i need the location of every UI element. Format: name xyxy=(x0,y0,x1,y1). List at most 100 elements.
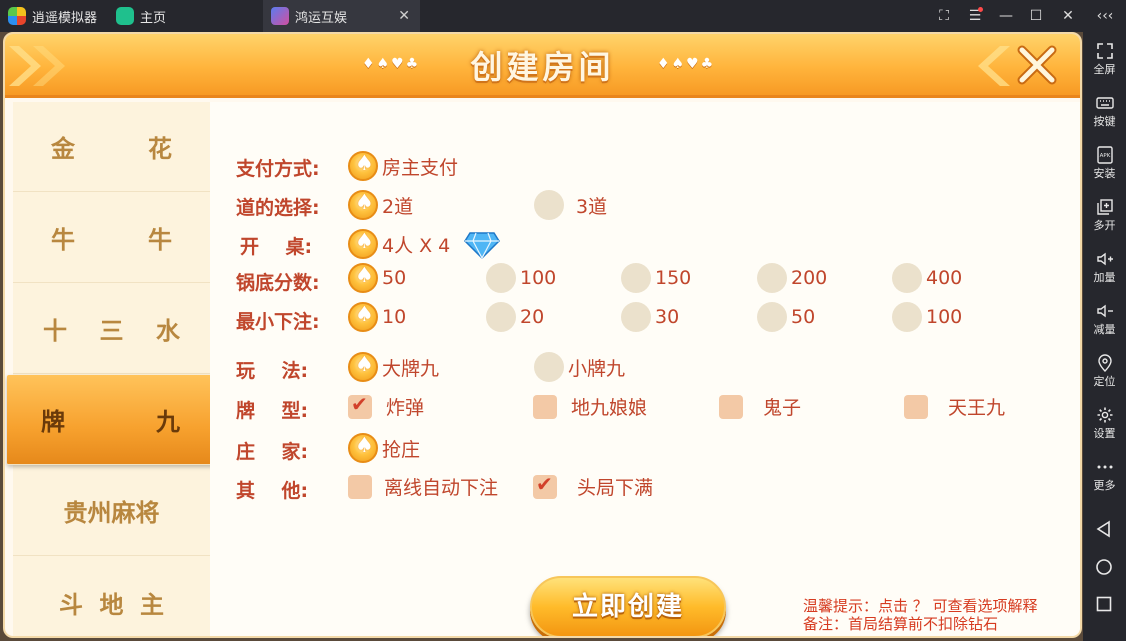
tab-shisanshui[interactable]: 十 三 水 xyxy=(13,284,210,374)
tab-guizhou-mahjong[interactable]: 贵州麻将 xyxy=(13,466,210,556)
card-type-bomb[interactable]: 炸弹 xyxy=(348,392,425,420)
sidebar-item-install[interactable]: APK 安装 xyxy=(1083,142,1126,186)
radio-unselected[interactable] xyxy=(892,263,922,293)
sidebar-item-keys[interactable]: 按键 xyxy=(1083,90,1126,134)
card-type-label: 牌 型: xyxy=(236,400,309,422)
sidebar-item-volume-up[interactable]: 加量 xyxy=(1083,246,1126,290)
radio-unselected[interactable] xyxy=(534,352,564,382)
radio-unselected[interactable] xyxy=(534,190,564,220)
payment-label: 支付方式: xyxy=(236,158,320,180)
min-bet-option[interactable]: 20 xyxy=(486,302,544,332)
other-option-auto-bet[interactable]: 离线自动下注 xyxy=(348,473,498,500)
fullscreen-toggle-icon[interactable]: ⛶ xyxy=(930,0,958,32)
maximize-icon[interactable]: ☐ xyxy=(1022,0,1050,32)
radio-unselected[interactable] xyxy=(621,302,651,332)
emulator-titlebar: 逍遥模拟器 主页 鸿运互娱 ✕ ⛶ ☰ — ☐ ✕ ‹‹‹ xyxy=(0,0,1126,32)
volume-down-icon xyxy=(1096,304,1113,318)
base-score-option[interactable]: 150 xyxy=(621,263,691,293)
checkbox-unchecked[interactable] xyxy=(348,474,372,499)
radio-selected[interactable] xyxy=(348,352,378,382)
base-score-option[interactable]: 50 xyxy=(348,263,406,293)
min-bet-option[interactable]: 100 xyxy=(892,302,962,332)
radio-selected[interactable] xyxy=(348,190,378,220)
sidebar-item-settings[interactable]: 设置 xyxy=(1083,402,1126,446)
option-label: 炸弹 xyxy=(386,397,425,419)
sidebar-label: 安装 xyxy=(1093,167,1116,180)
sidebar-item-more[interactable]: 更多 xyxy=(1083,454,1126,498)
play-option-big[interactable]: 大牌九 xyxy=(348,352,439,382)
sidebar-label: 定位 xyxy=(1093,375,1116,388)
sidebar-item-multi[interactable]: 多开 xyxy=(1083,194,1126,238)
header-chevron-right-icon xyxy=(978,46,1010,86)
sidebar-label: 设置 xyxy=(1093,427,1116,440)
min-bet-option[interactable]: 30 xyxy=(621,302,679,332)
card-type-dijiu[interactable]: 地九娘娘 xyxy=(533,393,647,420)
game-viewport: ♦♠♥♣ 创建房间 ♦♠♥♣ 金 花 牛 牛 十 三 水 牌 九 贵州麻将 斗 … xyxy=(0,32,1083,641)
radio-selected[interactable] xyxy=(348,263,378,293)
close-tab-icon[interactable]: ✕ xyxy=(398,8,410,24)
sidebar-item-location[interactable]: 定位 xyxy=(1083,350,1126,394)
tab-zhajinhua[interactable]: 金 花 xyxy=(13,102,210,192)
sidebar-item-fullscreen[interactable]: 全屏 xyxy=(1083,38,1126,82)
create-room-button[interactable]: 立即创建 xyxy=(530,576,726,636)
radio-selected[interactable] xyxy=(348,229,378,259)
svg-text:APK: APK xyxy=(1099,153,1110,159)
card-type-guizi[interactable]: 鬼子 xyxy=(719,393,801,420)
radio-unselected[interactable] xyxy=(621,263,651,293)
other-option-first-full[interactable]: 头局下满 xyxy=(533,472,653,500)
collapse-sidebar-icon[interactable]: ‹‹‹ xyxy=(1090,0,1120,32)
tab-label: 水 xyxy=(156,316,180,345)
card-type-tianwangjiu[interactable]: 天王九 xyxy=(904,393,1005,420)
rounds-option-3[interactable]: 3道 xyxy=(534,190,607,220)
option-label: 150 xyxy=(655,267,692,289)
radio-selected[interactable] xyxy=(348,433,378,463)
close-dialog-icon[interactable] xyxy=(1014,42,1060,88)
fullscreen-icon xyxy=(1096,43,1113,59)
banker-option-grab[interactable]: 抢庄 xyxy=(348,433,420,463)
game-tab[interactable]: 鸿运互娱 ✕ xyxy=(263,0,420,32)
option-label: 鬼子 xyxy=(763,397,802,419)
app-tab[interactable]: 逍遥模拟器 xyxy=(0,0,108,32)
close-window-icon[interactable]: ✕ xyxy=(1054,0,1082,32)
option-label: 3道 xyxy=(576,195,608,218)
tab-doudizhu[interactable]: 斗 地 主 xyxy=(13,557,210,636)
menu-icon[interactable]: ☰ xyxy=(961,0,989,32)
tab-niuniu[interactable]: 牛 牛 xyxy=(13,193,210,283)
base-score-option[interactable]: 100 xyxy=(486,263,556,293)
min-bet-option[interactable]: 50 xyxy=(757,302,815,332)
option-label: 30 xyxy=(655,306,680,328)
tables-option[interactable]: 4人 X 4 xyxy=(348,229,501,259)
tab-paijiu[interactable]: 牌 九 xyxy=(7,375,216,465)
radio-unselected[interactable] xyxy=(757,302,787,332)
tab-label: 牛 xyxy=(51,225,75,254)
checkbox-checked[interactable] xyxy=(533,472,557,499)
play-option-small[interactable]: 小牌九 xyxy=(534,352,625,382)
option-label: 50 xyxy=(382,267,407,289)
radio-unselected[interactable] xyxy=(892,302,922,332)
checkbox-unchecked[interactable] xyxy=(533,394,557,419)
minimize-icon[interactable]: — xyxy=(992,0,1020,32)
payment-option-host[interactable]: 房主支付 xyxy=(348,151,458,181)
radio-unselected[interactable] xyxy=(757,263,787,293)
home-icon[interactable] xyxy=(1094,557,1114,577)
radio-selected[interactable] xyxy=(348,151,378,181)
radio-selected[interactable] xyxy=(348,302,378,332)
radio-unselected[interactable] xyxy=(486,302,516,332)
option-label: 400 xyxy=(926,267,963,289)
game-type-tabs: 金 花 牛 牛 十 三 水 牌 九 贵州麻将 斗 地 主 xyxy=(7,102,216,636)
option-label: 50 xyxy=(791,306,816,328)
checkbox-checked[interactable] xyxy=(348,392,372,419)
checkbox-unchecked[interactable] xyxy=(904,394,928,419)
recent-apps-icon[interactable] xyxy=(1094,594,1114,614)
radio-unselected[interactable] xyxy=(486,263,516,293)
home-tab-label: 主页 xyxy=(140,10,167,26)
back-icon[interactable] xyxy=(1094,519,1114,539)
home-tab[interactable]: 主页 xyxy=(108,0,263,32)
min-bet-option[interactable]: 10 xyxy=(348,302,406,332)
tab-label: 牛 xyxy=(148,225,172,254)
base-score-option[interactable]: 400 xyxy=(892,263,962,293)
sidebar-item-volume-down[interactable]: 减量 xyxy=(1083,298,1126,342)
rounds-option-2[interactable]: 2道 xyxy=(348,190,413,220)
checkbox-unchecked[interactable] xyxy=(719,394,743,419)
base-score-option[interactable]: 200 xyxy=(757,263,827,293)
